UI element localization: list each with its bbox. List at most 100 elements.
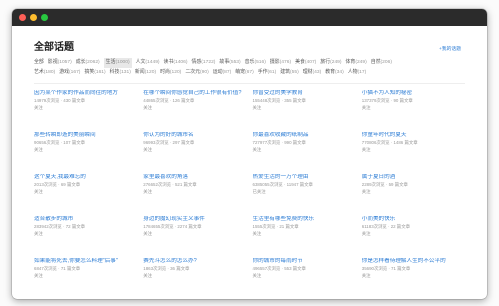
- category-tag-count: (1722): [201, 60, 216, 65]
- topic-title-link[interactable]: 你认为的好的城市名: [143, 132, 246, 139]
- topic-title-link[interactable]: 赛先斗怎么的怎么办?: [143, 258, 246, 265]
- topic-title-link[interactable]: 在哪个瞬间你感觉自己的工作很有价值?: [143, 90, 246, 97]
- topic-title-link[interactable]: 适合散步的城市: [34, 216, 137, 223]
- topic-title-link[interactable]: 这个夏天,我最难忘的: [34, 174, 137, 181]
- category-tag[interactable]: 运动(87): [213, 68, 232, 78]
- category-tag-count: (161): [94, 70, 106, 75]
- follow-button[interactable]: 关注: [362, 272, 465, 279]
- category-tag[interactable]: 生活(1000): [103, 58, 132, 68]
- follow-button[interactable]: 关注: [143, 230, 246, 237]
- category-tag[interactable]: 艺术(180): [34, 68, 55, 78]
- topic-stats: 90656次浏览 · 107 篇文章: [34, 140, 86, 145]
- follow-button[interactable]: 关注: [253, 146, 356, 153]
- close-window-icon[interactable]: [19, 14, 26, 21]
- topic-title-link[interactable]: 那些转瞬即逝的美丽瞬间: [34, 132, 137, 139]
- page-content: 全部话题 +我的话题 全部 影视(1057) 成长(2062) 生活(1000) 人文(…: [12, 26, 487, 299]
- follow-button[interactable]: 关注: [34, 146, 137, 153]
- topic-title-link[interactable]: 小猫不为人知的秘密: [362, 90, 465, 97]
- topic-stats: 727977次浏览 · 990 篇文章: [252, 140, 306, 145]
- follow-button[interactable]: 关注: [253, 272, 356, 279]
- category-tag[interactable]: 美食(407): [295, 58, 316, 68]
- topic-title-link[interactable]: 因为某个作家的作品而向往的地方: [34, 90, 137, 97]
- category-tag-name: 美食: [295, 60, 305, 65]
- topic-card: 如果能将死去,你要怎么料理"后事" 6847次浏览 · 71 篇文章 关注: [34, 258, 137, 299]
- category-tag-name: 新闻: [134, 70, 145, 75]
- follow-button[interactable]: 关注: [362, 104, 465, 111]
- follow-button[interactable]: 关注: [362, 146, 465, 153]
- category-tag-name: 体育: [345, 60, 356, 65]
- topic-title-link[interactable]: 如果能将死去,你要怎么料理"后事": [34, 258, 137, 265]
- minimize-window-icon[interactable]: [30, 14, 37, 21]
- category-tag[interactable]: 体育(249): [346, 58, 367, 68]
- category-tag[interactable]: 二次元(90): [185, 68, 208, 78]
- category-tag-count: (1449): [145, 60, 160, 65]
- category-tag-count: (1406): [173, 60, 188, 65]
- topic-card: 属于夏日的酒 2289次浏览 · 59 篇文章 关注: [362, 174, 465, 216]
- topic-title-link[interactable]: 热爱生活的一万个理由: [253, 174, 356, 181]
- category-tag[interactable]: 自然(206): [371, 58, 392, 68]
- topic-stats: 155448次浏览 · 355 篇文章: [252, 98, 306, 103]
- category-tag-count: (2062): [85, 60, 100, 65]
- category-tag[interactable]: 旅行(249): [320, 58, 341, 68]
- follow-button[interactable]: 关注: [362, 230, 465, 237]
- topic-title-link[interactable]: 生活里有哪些免费的快乐: [253, 216, 356, 223]
- follow-button[interactable]: 关注: [34, 230, 137, 237]
- follow-button[interactable]: 关注: [362, 188, 465, 195]
- topic-title-link[interactable]: 小而美的快乐: [362, 216, 465, 223]
- topic-title-link[interactable]: 身边的魔幻现实主义事件: [143, 216, 246, 223]
- category-tag-count: (120): [144, 70, 157, 75]
- follow-button[interactable]: 关注: [253, 104, 356, 111]
- category-tag-name: 游戏: [59, 70, 70, 75]
- category-tag[interactable]: 摄影(476): [270, 58, 291, 68]
- topic-title-link[interactable]: 你曾受过的美学教育: [253, 90, 356, 97]
- category-tag[interactable]: 全部: [34, 58, 44, 68]
- category-tag-name: 建筑: [280, 70, 290, 75]
- topic-card: 你最喜欢收藏的纸制品 727977次浏览 · 990 篇文章 关注: [253, 132, 356, 174]
- topic-stats: 6385055次浏览 · 11947 篇文章: [252, 182, 313, 187]
- follow-button[interactable]: 关注: [34, 272, 137, 279]
- category-tag[interactable]: 科技(131): [110, 68, 131, 78]
- category-tag[interactable]: 成长(2062): [76, 58, 100, 68]
- follow-button[interactable]: 已关注: [253, 188, 356, 195]
- zoom-window-icon[interactable]: [41, 14, 48, 21]
- follow-button[interactable]: 关注: [253, 230, 356, 237]
- follow-button[interactable]: 关注: [34, 188, 137, 195]
- category-tag-count: (206): [380, 60, 392, 65]
- category-tag[interactable]: 手作(61): [258, 68, 277, 78]
- category-tag[interactable]: 音乐(516): [245, 58, 266, 68]
- category-tag-name: 音乐: [244, 60, 255, 65]
- category-tag[interactable]: 人物(17): [348, 68, 367, 78]
- follow-button[interactable]: 关注: [143, 272, 246, 279]
- topic-title-link[interactable]: 你是怎样看待理解人生的不公平的: [362, 258, 465, 265]
- category-tag[interactable]: 教育(34): [325, 68, 344, 78]
- category-tag[interactable]: 建筑(55): [280, 68, 299, 78]
- category-tag-count: (1057): [57, 60, 72, 65]
- category-tag[interactable]: 新闻(120): [135, 68, 156, 78]
- category-tag[interactable]: 时尚(120): [160, 68, 181, 78]
- category-tag[interactable]: 故事(553): [219, 58, 240, 68]
- topic-title-link[interactable]: 你童年时代的夏天: [362, 132, 465, 139]
- category-tag[interactable]: 读书(1406): [164, 58, 188, 68]
- category-tag[interactable]: 游戏(167): [59, 68, 80, 78]
- follow-button[interactable]: 关注: [34, 104, 137, 111]
- category-tag[interactable]: 人文(1449): [136, 58, 160, 68]
- topic-title-link[interactable]: 家里最喜欢的角落: [143, 174, 246, 181]
- topic-title-link[interactable]: 你的城市的每雨时节: [253, 258, 356, 265]
- category-tag[interactable]: 萌宠(67): [235, 68, 254, 78]
- category-tag-count: (131): [119, 70, 131, 75]
- follow-button[interactable]: 关注: [143, 188, 246, 195]
- my-topics-link[interactable]: +我的话题: [439, 45, 461, 52]
- follow-button[interactable]: 关注: [143, 104, 246, 111]
- topic-card: 因为某个作家的作品而向往的地方 14979次浏览 · 430 篇文章 关注: [34, 90, 137, 132]
- category-tag-count: (34): [335, 70, 344, 75]
- topic-title-link[interactable]: 你最喜欢收藏的纸制品: [253, 132, 356, 139]
- category-tag-name: 成长: [75, 60, 86, 65]
- topic-title-link[interactable]: 属于夏日的酒: [362, 174, 465, 181]
- follow-button[interactable]: 关注: [143, 146, 246, 153]
- category-tag[interactable]: 搞笑(161): [84, 68, 105, 78]
- category-tag[interactable]: 理财(43): [303, 68, 322, 78]
- category-tag-count: (87): [222, 70, 232, 75]
- category-tag[interactable]: 情感(1722): [191, 58, 215, 68]
- category-tag[interactable]: 影视(1057): [48, 58, 72, 68]
- topic-stats: 44865次浏览 · 126 篇文章: [143, 98, 195, 103]
